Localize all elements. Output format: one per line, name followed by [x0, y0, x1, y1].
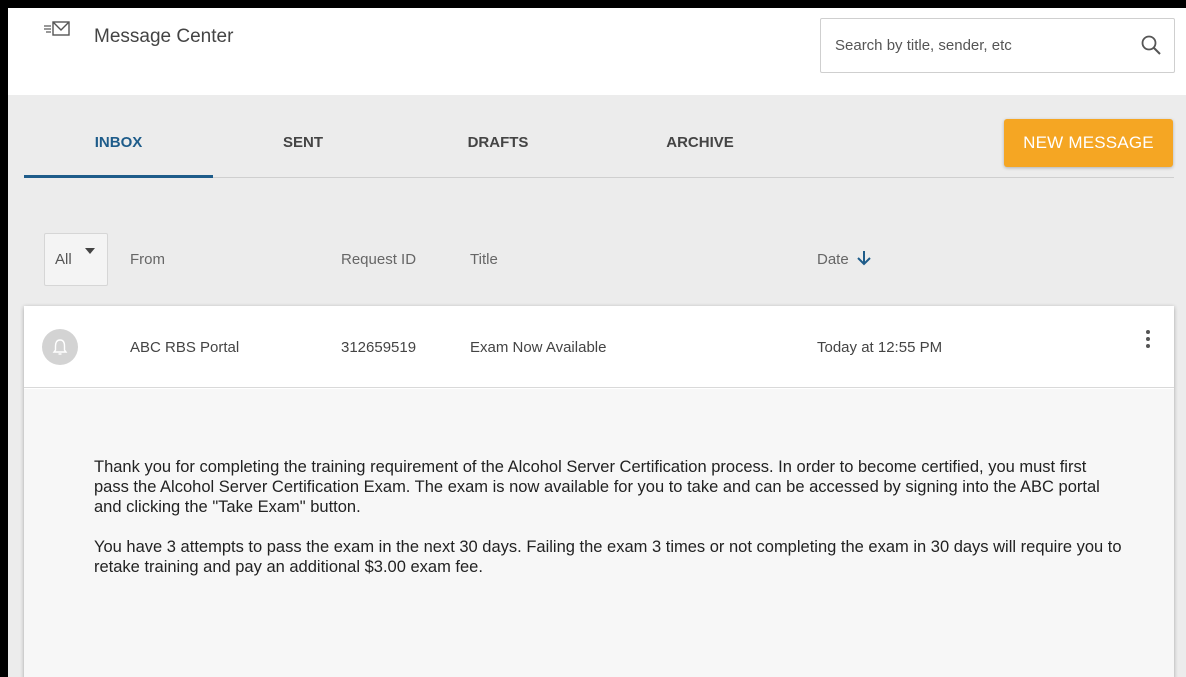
tab-bar: INBOX SENT DRAFTS ARCHIVE	[24, 118, 1174, 178]
more-vertical-icon[interactable]	[1143, 330, 1153, 354]
column-header-from[interactable]: From	[130, 251, 165, 268]
avatar	[42, 329, 78, 365]
message-title: Exam Now Available	[470, 339, 607, 356]
header: Message Center	[8, 8, 1186, 95]
search-input[interactable]	[821, 19, 1141, 72]
message-row[interactable]: ABC RBS Portal 312659519 Exam Now Availa…	[24, 306, 1174, 388]
column-header-date[interactable]: Date	[817, 251, 849, 268]
message-date: Today at 12:55 PM	[817, 339, 943, 356]
page-title: Message Center	[94, 26, 234, 47]
tab-sent[interactable]: SENT	[243, 118, 363, 178]
arrow-down-icon[interactable]	[856, 248, 872, 268]
column-header-request-id[interactable]: Request ID	[341, 251, 416, 268]
message-card: ABC RBS Portal 312659519 Exam Now Availa…	[24, 306, 1174, 677]
message-body: Thank you for completing the training re…	[24, 389, 1174, 677]
message-center-window: Message Center INBOX SENT DRAFTS ARCHIVE…	[8, 8, 1186, 677]
message-request-id: 312659519	[341, 339, 417, 356]
message-paragraph: Thank you for completing the training re…	[94, 458, 1100, 516]
new-message-button[interactable]: NEW MESSAGE	[1004, 119, 1173, 167]
bell-icon	[52, 339, 68, 355]
tab-drafts[interactable]: DRAFTS	[438, 118, 558, 178]
message-from: ABC RBS Portal	[130, 339, 240, 356]
search-icon[interactable]	[1140, 34, 1162, 56]
mail-icon	[44, 21, 70, 36]
tab-archive[interactable]: ARCHIVE	[630, 118, 770, 178]
search-box[interactable]	[820, 18, 1175, 73]
caret-down-icon	[85, 248, 95, 254]
tab-inbox[interactable]: INBOX	[24, 118, 213, 178]
column-header-title[interactable]: Title	[470, 251, 498, 268]
filter-selected-value: All	[55, 251, 72, 268]
message-body-text: Thank you for completing the training re…	[94, 457, 1124, 597]
active-tab-indicator	[24, 175, 213, 178]
filter-dropdown[interactable]: All	[44, 233, 108, 286]
message-paragraph: You have 3 attempts to pass the exam in …	[94, 538, 1122, 576]
